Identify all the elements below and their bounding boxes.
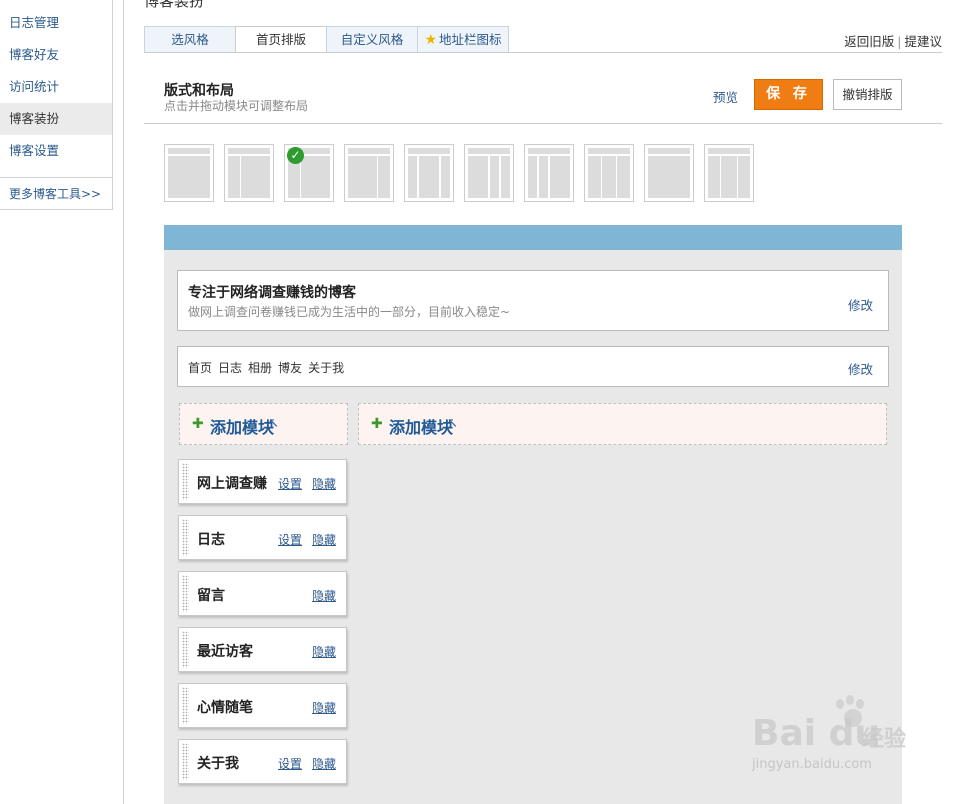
blog-nav-module: 首页 日志 相册 博友 关于我 修改 [177,346,889,387]
plus-icon: ✚ [192,416,204,432]
layout-option-10[interactable] [704,144,754,202]
tab-choose-style[interactable]: 选风格 [144,26,236,53]
tab-label: 地址栏图标 [439,32,502,47]
add-module-left[interactable]: ✚ 添加模块 ↖ [179,403,348,445]
tab-label: 首页排版 [255,32,306,47]
canvas-top-bar [164,225,902,250]
layout-option-5[interactable] [404,144,454,202]
drag-handle[interactable] [182,631,189,668]
undo-layout-button[interactable]: 撤销排版 [833,79,902,110]
widget-title: 日志 [197,532,225,548]
page-title: 博客装扮 [144,0,205,10]
layout-option-4[interactable] [344,144,394,202]
layout-option-6[interactable] [464,144,514,202]
layout-option-7[interactable] [524,144,574,202]
add-module-label: 添加模块 [210,418,275,437]
link-separator: | [897,34,902,49]
widget-title: 最近访客 [197,644,253,660]
cursor-icon: ↖ [447,416,458,431]
layout-option-2[interactable] [224,144,274,202]
tab-home-layout[interactable]: 首页排版 [235,26,327,53]
widget-hide-link[interactable]: 隐藏 [312,755,336,772]
drag-handle[interactable] [182,743,189,780]
drag-handle[interactable] [182,519,189,556]
widget-blog[interactable]: 日志 设置 隐藏 [178,515,347,560]
tab-favicon[interactable]: ★ 地址栏图标 [417,26,509,53]
star-icon: ★ [424,32,438,48]
widget-guestbook[interactable]: 留言 隐藏 [178,571,347,616]
widget-hide-link[interactable]: 隐藏 [312,531,336,548]
add-module-right[interactable]: ✚ 添加模块 ↖ [358,403,887,445]
watermark-text: 经验 [862,727,907,752]
widget-hide-link[interactable]: 隐藏 [312,587,336,604]
widget-settings-link[interactable]: 设置 [278,531,302,548]
widget-recent-visitors[interactable]: 最近访客 隐藏 [178,627,347,672]
tab-right-links: 返回旧版 | 提建议 [844,31,942,50]
content-gutter [113,210,124,804]
layout-section-subtitle: 点击并拖动模块可调整布局 [164,99,309,113]
more-blog-tools-link[interactable]: 更多博客工具>> [9,185,101,202]
layout-option-1[interactable] [164,144,214,202]
nav-item-album: 相册 [248,361,273,375]
widget-hide-link[interactable]: 隐藏 [312,475,336,492]
sidebar-item-blog-settings[interactable]: 博客设置 [0,135,112,167]
tab-label: 自定义风格 [340,32,404,47]
sidebar-divider [0,177,112,178]
edit-header-link[interactable]: 修改 [848,295,873,314]
blog-header-module: 专注于网络调查赚钱的博客 做网上调查问卷赚钱已成为生活中的一部分，目前收入稳定~… [177,270,889,331]
drag-handle[interactable] [182,575,189,612]
nav-item-friends: 博友 [278,361,303,375]
blog-name: 专注于网络调查赚钱的博客 [188,285,356,301]
widget-mood-notes[interactable]: 心情随笔 隐藏 [178,683,347,728]
content-left-border [123,0,124,210]
blog-nav-items: 首页 日志 相册 博友 关于我 [188,359,350,376]
layout-option-9[interactable] [644,144,694,202]
sidebar-item-blog-friends[interactable]: 博客好友 [0,39,112,71]
watermark-logo: Bai du [752,713,881,754]
drag-handle[interactable] [182,687,189,724]
watermark-url: jingyan.baidu.com [752,757,872,772]
sidebar-item-blog-decoration[interactable]: 博客装扮 [0,103,112,135]
section-divider [144,123,942,124]
cursor-icon: ↖ [268,416,279,431]
blog-description: 做网上调查问卷赚钱已成为生活中的一部分，目前收入稳定~ [188,305,511,319]
tabs-divider [144,52,942,53]
sidebar: 日志管理 博客好友 访问统计 博客装扮 博客设置 更多博客工具>> [0,0,113,210]
feedback-link[interactable]: 提建议 [904,34,942,49]
widget-hide-link[interactable]: 隐藏 [312,699,336,716]
sidebar-item-blog-management[interactable]: 日志管理 [0,7,112,39]
widget-title: 关于我 [197,756,239,772]
drag-handle[interactable] [182,463,189,500]
widget-settings-link[interactable]: 设置 [278,755,302,772]
widget-survey-earnings[interactable]: 网上调查赚 设置 隐藏 [178,459,347,504]
selected-check-icon: ✓ [287,147,304,164]
add-module-label: 添加模块 [389,418,454,437]
save-button[interactable]: 保 存 [754,79,823,110]
widget-about-me[interactable]: 关于我 设置 隐藏 [178,739,347,784]
widget-title: 留言 [197,588,225,604]
nav-item-blog: 日志 [218,361,243,375]
tab-custom-style[interactable]: 自定义风格 [326,26,418,53]
nav-item-home: 首页 [188,361,213,375]
old-version-link[interactable]: 返回旧版 [844,34,894,49]
widget-title: 网上调查赚 [197,476,267,492]
preview-link[interactable]: 预览 [713,87,738,106]
nav-item-about: 关于我 [308,361,345,375]
baidu-jingyan-watermark: Bai du 经验 jingyan.baidu.com [752,695,972,780]
plus-icon: ✚ [371,416,383,432]
sidebar-item-visit-stats[interactable]: 访问统计 [0,71,112,103]
widget-hide-link[interactable]: 隐藏 [312,643,336,660]
widget-settings-link[interactable]: 设置 [278,475,302,492]
tab-label: 选风格 [171,32,209,47]
layout-option-8[interactable] [584,144,634,202]
edit-nav-link[interactable]: 修改 [848,359,873,378]
widget-title: 心情随笔 [197,700,253,716]
